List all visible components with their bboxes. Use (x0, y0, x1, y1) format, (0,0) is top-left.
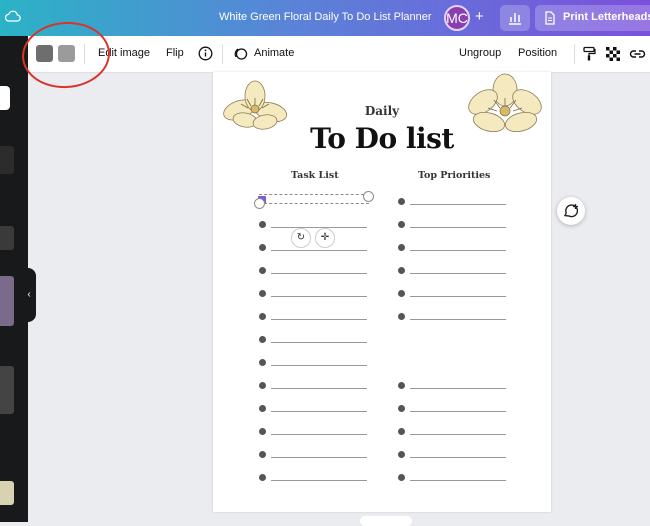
list-bullet[interactable] (398, 313, 405, 320)
list-bullet[interactable] (398, 474, 405, 481)
document-title[interactable]: White Green Floral Daily To Do List Plan… (219, 11, 432, 23)
resize-handle-right[interactable] (363, 191, 374, 202)
rotate-icon[interactable]: ↻ (291, 228, 311, 248)
ungroup-button[interactable]: Ungroup (459, 47, 501, 59)
animate-icon (233, 46, 248, 66)
resize-handle-left[interactable] (254, 198, 265, 209)
list-bullet[interactable] (398, 267, 405, 274)
print-letterheads-label: Print Letterheads (563, 11, 650, 23)
selection-box[interactable] (259, 194, 369, 204)
list-bullet[interactable] (259, 382, 266, 389)
menu-icon[interactable] (0, 86, 10, 110)
list-line[interactable] (410, 250, 506, 251)
toolbar-divider (222, 44, 223, 64)
editor-toolbar: Edit image Flip Animate Ungroup Position (28, 36, 650, 73)
print-letterheads-button[interactable]: Print Letterheads (535, 5, 650, 31)
list-bullet[interactable] (398, 198, 405, 205)
toolbar-divider (574, 44, 575, 64)
collapse-panel-button[interactable]: ‹ (22, 268, 36, 322)
list-bullet[interactable] (259, 313, 266, 320)
planner-subtitle[interactable]: Daily (213, 104, 551, 118)
design-page[interactable]: Daily To Do list Task List Top Prioritie… (213, 72, 551, 512)
list-line[interactable] (271, 388, 367, 389)
add-collaborator-button[interactable]: + (475, 8, 484, 25)
list-line[interactable] (410, 319, 506, 320)
list-line[interactable] (410, 434, 506, 435)
list-bullet[interactable] (398, 244, 405, 251)
list-line[interactable] (271, 250, 367, 251)
top-priorities-heading[interactable]: Top Priorities (418, 170, 490, 181)
document-icon (545, 11, 555, 25)
sidebar-element-thumbnail[interactable] (0, 146, 14, 174)
page-controls[interactable] (360, 516, 412, 526)
paint-format-icon[interactable] (582, 46, 596, 67)
move-icon[interactable]: ✛ (315, 228, 335, 248)
list-line[interactable] (410, 388, 506, 389)
list-line[interactable] (410, 457, 506, 458)
list-line[interactable] (271, 434, 367, 435)
list-bullet[interactable] (259, 244, 266, 251)
list-line[interactable] (410, 480, 506, 481)
comment-add-icon (563, 204, 579, 218)
planner-title[interactable]: To Do list (213, 122, 551, 155)
sidebar-element-thumbnail[interactable] (0, 481, 14, 505)
task-list-heading[interactable]: Task List (291, 170, 339, 181)
list-bullet[interactable] (398, 382, 405, 389)
list-line[interactable] (271, 365, 367, 366)
link-icon[interactable] (629, 47, 646, 66)
flip-button[interactable]: Flip (166, 47, 184, 59)
animate-button[interactable]: Animate (254, 47, 294, 59)
sidebar-element-thumbnail[interactable] (0, 226, 14, 250)
list-bullet[interactable] (398, 221, 405, 228)
list-bullet[interactable] (259, 474, 266, 481)
position-button[interactable]: Position (518, 47, 557, 59)
list-bullet[interactable] (259, 451, 266, 458)
list-line[interactable] (271, 273, 367, 274)
list-bullet[interactable] (259, 221, 266, 228)
list-bullet[interactable] (398, 405, 405, 412)
sidebar-element-thumbnail[interactable] (0, 366, 14, 414)
list-bullet[interactable] (398, 290, 405, 297)
list-line[interactable] (271, 342, 367, 343)
insights-button[interactable] (500, 5, 530, 31)
sidebar-element-thumbnail[interactable] (0, 276, 14, 326)
transparency-icon[interactable] (606, 47, 620, 66)
list-bullet[interactable] (259, 336, 266, 343)
cloud-saved-icon[interactable] (4, 9, 21, 27)
list-bullet[interactable] (259, 428, 266, 435)
list-bullet[interactable] (398, 451, 405, 458)
list-bullet[interactable] (259, 267, 266, 274)
list-line[interactable] (271, 296, 367, 297)
user-avatar[interactable]: MC (444, 5, 470, 31)
list-line[interactable] (410, 204, 506, 205)
list-line[interactable] (271, 480, 367, 481)
list-line[interactable] (271, 411, 367, 412)
list-bullet[interactable] (259, 405, 266, 412)
info-icon[interactable] (198, 46, 213, 66)
list-line[interactable] (410, 411, 506, 412)
bar-chart-icon (509, 13, 521, 25)
list-line[interactable] (410, 273, 506, 274)
list-bullet[interactable] (259, 359, 266, 366)
list-line[interactable] (410, 296, 506, 297)
list-bullet[interactable] (398, 428, 405, 435)
list-bullet[interactable] (259, 290, 266, 297)
list-line[interactable] (271, 227, 367, 228)
list-line[interactable] (271, 457, 367, 458)
add-comment-button[interactable] (557, 197, 585, 225)
list-line[interactable] (271, 319, 367, 320)
list-line[interactable] (410, 227, 506, 228)
